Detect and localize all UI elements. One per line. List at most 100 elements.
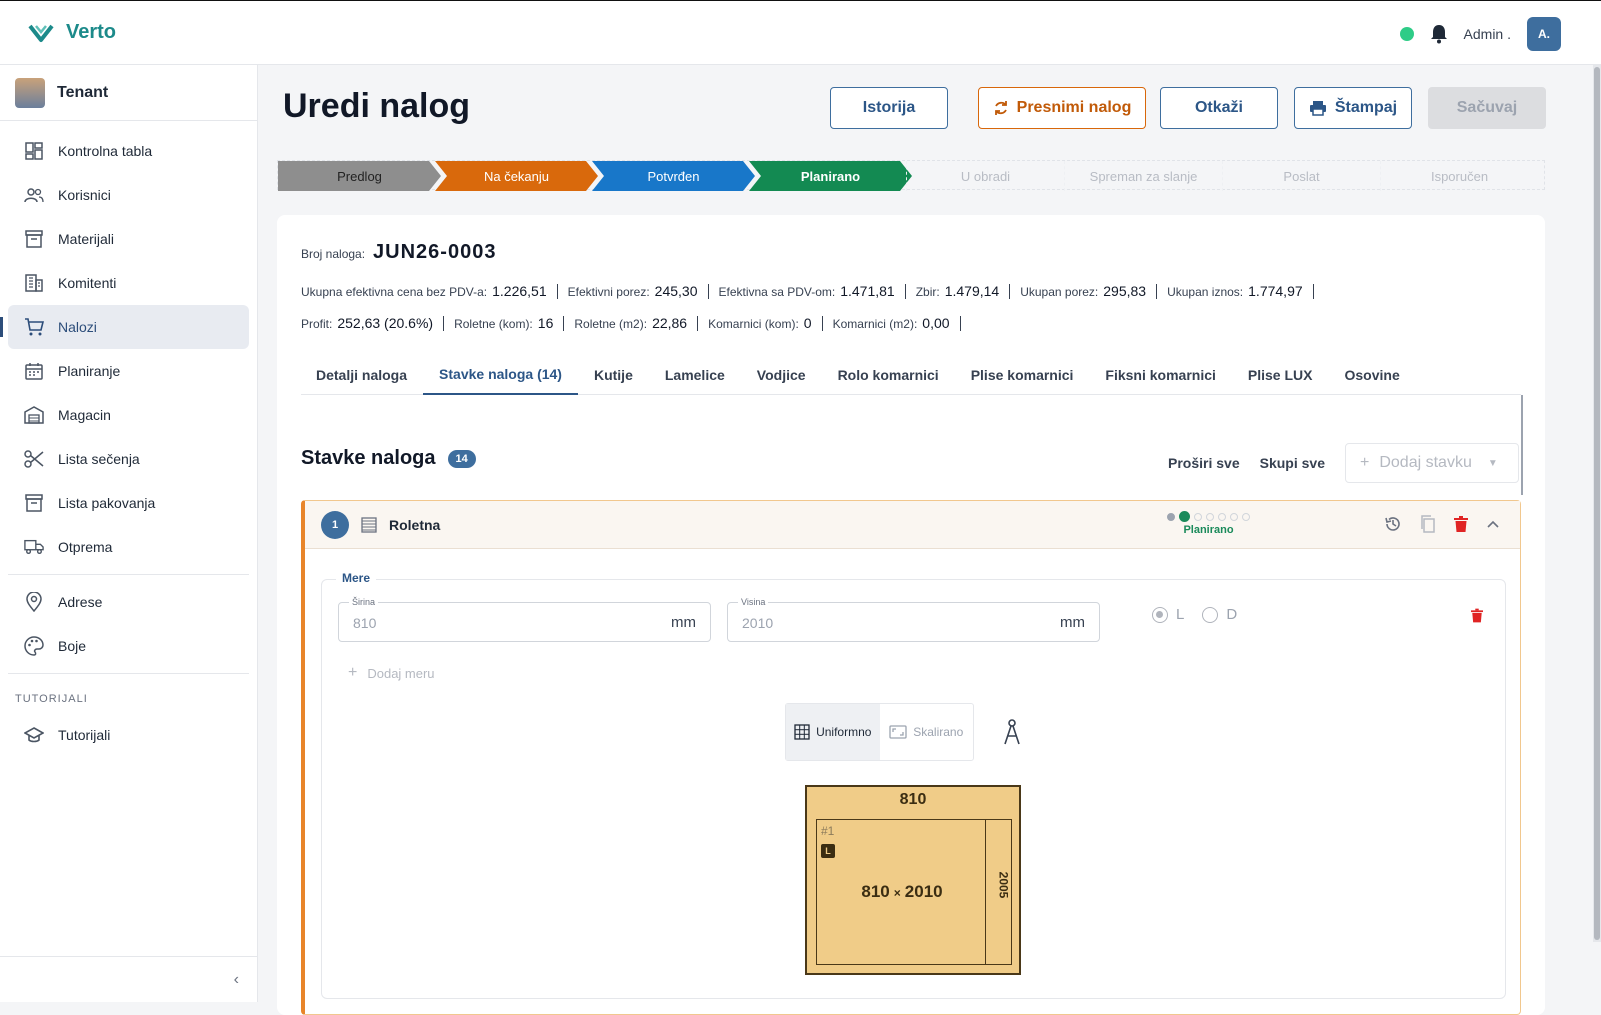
bell-icon[interactable]	[1430, 24, 1448, 44]
sidebar-item-kontrolna-tabla[interactable]: Kontrolna tabla	[8, 129, 249, 173]
sidebar-item-lista-pakovanja[interactable]: Lista pakovanja	[8, 481, 249, 525]
sidebar-item-label: Tutorijali	[58, 727, 111, 743]
tab-fiksni-komarnici[interactable]: Fiksni komarnici	[1089, 355, 1231, 395]
save-button-label: Sačuvaj	[1456, 99, 1518, 116]
sidebar-item-nalozi[interactable]: Nalozi	[0, 305, 249, 349]
compass-button[interactable]	[1002, 718, 1022, 751]
order-item-header[interactable]: 1 Roletna Planirano	[305, 501, 1520, 549]
sidebar-item-boje[interactable]: Boje	[8, 624, 249, 668]
view-scaled-option[interactable]: Skalirano	[880, 704, 974, 760]
tab-detalji-naloga[interactable]: Detalji naloga	[301, 355, 423, 395]
sidebar-item-label: Adrese	[58, 594, 103, 610]
collapse-all-button[interactable]: Skupi sve	[1260, 455, 1325, 471]
page-scrollbar[interactable]	[1593, 65, 1601, 942]
tab-lamelice[interactable]: Lamelice	[649, 355, 741, 395]
user-name[interactable]: Admin .	[1464, 26, 1511, 42]
order-stats-row-2: Profit: 252,63 (20.6%) Roletne (kom): 16 Rol…	[301, 316, 971, 331]
sidebar-item-label: Planiranje	[58, 363, 121, 379]
user-avatar[interactable]: A.	[1527, 17, 1561, 51]
measures-group: Mere Širina 810 mm Visina 2010 mm L D + …	[321, 571, 1506, 999]
item-actions	[1384, 515, 1500, 533]
add-item-label: Dodaj stavku	[1379, 454, 1472, 471]
history-button[interactable]: Istorija	[830, 87, 948, 129]
app-logo[interactable]: Verto	[28, 21, 116, 44]
tab-vodjice[interactable]: Vodjice	[741, 355, 822, 395]
panel-side-badge: L	[821, 844, 835, 858]
sidebar-nav-secondary: Adrese Boje	[0, 580, 257, 668]
print-button-label: Štampaj	[1334, 99, 1398, 116]
print-button[interactable]: Štampaj	[1294, 87, 1412, 129]
sidebar-item-magacin[interactable]: Magacin	[8, 393, 249, 437]
preview-panel[interactable]: #1 L 810 × 2010 2005	[816, 819, 1012, 965]
compass-icon	[1004, 719, 1020, 745]
page-actions: Istorija Presnimi nalog Otkaži Štampaj S…	[830, 87, 1546, 129]
dashboard-icon	[24, 141, 44, 161]
history-icon[interactable]	[1384, 515, 1402, 533]
item-progress-dots	[1167, 511, 1250, 522]
sidebar-item-otprema[interactable]: Otprema	[8, 525, 249, 569]
save-button[interactable]: Sačuvaj	[1428, 87, 1546, 129]
order-stat-value: 245,30	[654, 283, 698, 299]
tab-plise-lux[interactable]: Plise LUX	[1232, 355, 1329, 395]
trash-icon[interactable]	[1454, 516, 1468, 532]
sidebar: Tenant Kontrolna tabla Korisnici Materijal…	[0, 65, 258, 1002]
tab-kutije[interactable]: Kutije	[578, 355, 649, 395]
side-right-radio[interactable]: D	[1202, 606, 1237, 623]
history-button-label: Istorija	[862, 99, 916, 116]
order-stat: Ukupan porez: 295,83	[1020, 284, 1158, 299]
resave-order-button[interactable]: Presnimi nalog	[978, 87, 1146, 129]
cancel-button[interactable]: Otkaži	[1160, 87, 1278, 129]
order-stats-row-1: Ukupna efektivna cena bez PDV-a: 1.226,51…	[301, 284, 1324, 299]
order-number-value: JUN26-0003	[373, 241, 497, 263]
items-count-badge: 14	[447, 449, 476, 468]
sidebar-item-label: Korisnici	[58, 187, 111, 203]
tenant-avatar	[15, 77, 45, 108]
preview-side-rail: 2005	[985, 820, 1011, 964]
height-label: Visina	[738, 597, 769, 607]
sidebar-item-adrese[interactable]: Adrese	[8, 580, 249, 624]
width-input[interactable]: Širina 810 mm	[338, 597, 711, 642]
panel-dimensions: 810 × 2010	[817, 882, 987, 902]
progress-dot	[1242, 512, 1250, 521]
order-stat-label: Roletne (kom):	[454, 317, 533, 331]
tab-osovine[interactable]: Osovine	[1329, 355, 1416, 395]
sidebar-item-planiranje[interactable]: Planiranje	[8, 349, 249, 393]
palette-icon	[24, 636, 44, 656]
aspect-ratio-icon	[889, 725, 907, 739]
copy-icon[interactable]	[1420, 515, 1436, 533]
order-stat-label: Roletne (m2):	[574, 317, 648, 331]
tenant-header[interactable]: Tenant	[0, 65, 257, 121]
tab-stavke-naloga-14[interactable]: Stavke naloga (14)	[423, 355, 578, 395]
sidebar-item-materijali[interactable]: Materijali	[8, 217, 249, 261]
tab-plise-komarnici[interactable]: Plise komarnici	[955, 355, 1090, 395]
chevron-up-icon[interactable]	[1486, 519, 1500, 529]
order-stat: Ukupna efektivna cena bez PDV-a: 1.226,51	[301, 284, 558, 299]
chevron-left-icon[interactable]: ‹	[234, 971, 239, 989]
side-left-label: L	[1176, 606, 1185, 623]
tab-rolo-komarnici[interactable]: Rolo komarnici	[822, 355, 955, 395]
sidebar-item-label: Kontrolna tabla	[58, 143, 153, 159]
sidebar-item-komitenti[interactable]: Komitenti	[8, 261, 249, 305]
sidebar-item-lista-sečenja[interactable]: Lista sečenja	[8, 437, 249, 481]
sidebar-item-label: Magacin	[58, 407, 111, 423]
add-measure-button[interactable]: + Dodaj meru	[348, 664, 435, 682]
order-stat-label: Ukupan porez:	[1020, 285, 1099, 299]
add-item-button[interactable]: + Dodaj stavku ▼	[1345, 443, 1519, 483]
side-height: 2005	[996, 871, 1011, 899]
map-pin-icon	[24, 592, 44, 612]
delete-measure-button[interactable]	[1471, 608, 1483, 628]
side-left-radio[interactable]: L	[1152, 606, 1184, 623]
tabs-scroll-indicator	[1521, 395, 1523, 495]
progress-dot	[1167, 512, 1175, 521]
add-measure-label: Dodaj meru	[367, 665, 435, 681]
sidebar-item-korisnici[interactable]: Korisnici	[8, 173, 249, 217]
height-input[interactable]: Visina 2010 mm	[727, 597, 1100, 642]
sidebar-item-tutorijali[interactable]: Tutorijali	[8, 713, 249, 757]
page-title: Uredi nalog	[283, 87, 471, 125]
plus-icon: +	[348, 664, 358, 681]
view-uniform-option[interactable]: Uniformno	[786, 704, 880, 760]
expand-all-button[interactable]: Proširi sve	[1168, 455, 1240, 471]
order-stat: Efektivna sa PDV-om: 1.471,81	[719, 284, 906, 299]
order-stat-value: 1.479,14	[944, 283, 1000, 299]
status-step-na-čekanju: Na čekanju	[435, 161, 598, 191]
